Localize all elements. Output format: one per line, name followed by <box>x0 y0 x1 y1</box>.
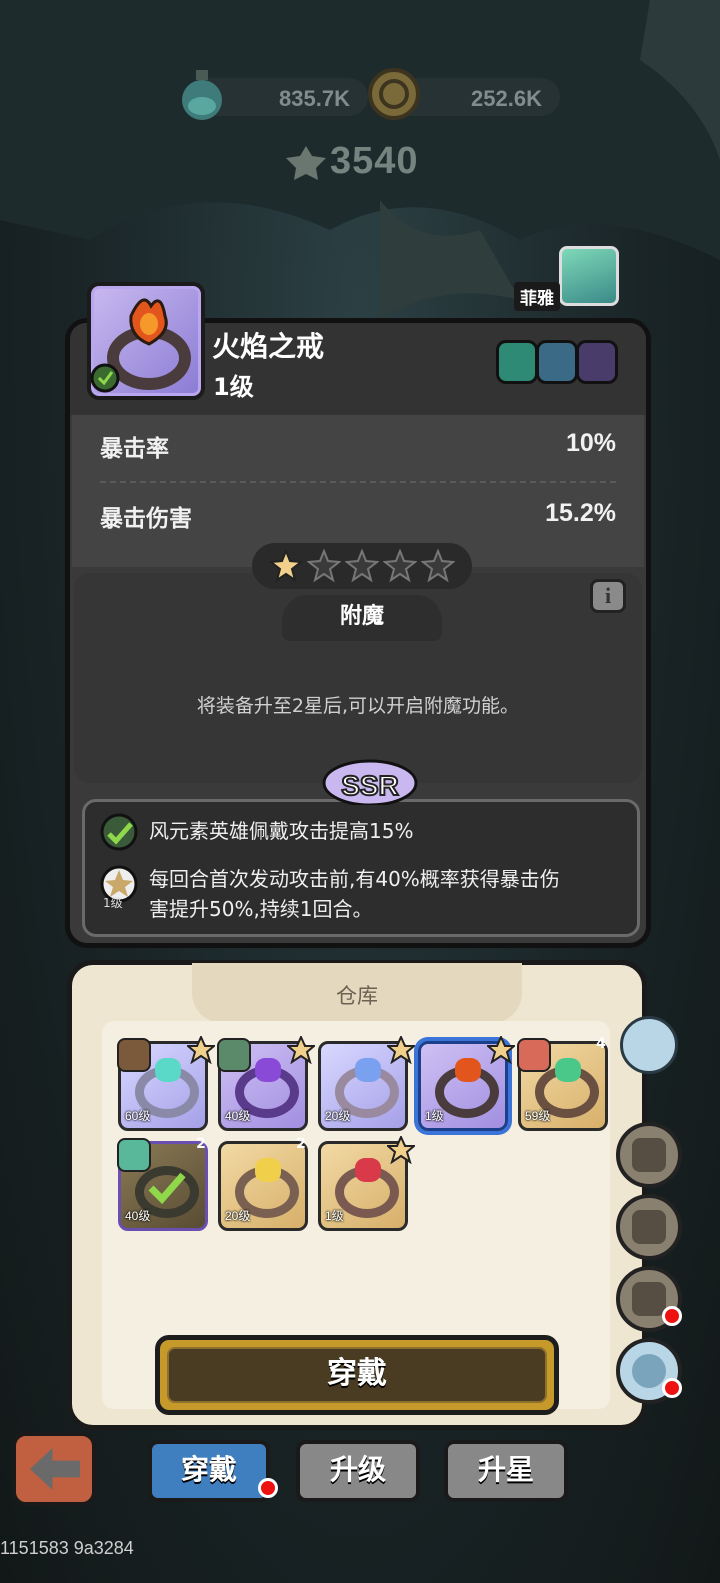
star-filled-icon <box>269 549 303 583</box>
star-badge-icon <box>387 1136 415 1164</box>
coin-icon <box>368 68 420 120</box>
ring-slot-button[interactable] <box>616 1338 682 1404</box>
item-level: 1级 <box>425 1109 444 1123</box>
power-value: 3540 <box>330 140 419 182</box>
stat-label: 暴击伤害 <box>100 506 192 532</box>
equipment-icon <box>87 282 205 400</box>
item-level: 20级 <box>325 1109 351 1123</box>
fire-ring-icon <box>90 298 191 393</box>
combat-power: 3540 <box>286 140 436 186</box>
stat-row: 暴击伤害 15.2% <box>100 493 616 533</box>
hero-avatar[interactable] <box>559 246 619 306</box>
power-icon <box>286 146 326 180</box>
skill-panel: 风元素英雄佩戴攻击提高15% 1级 每回合首次发动攻击前,有40%概率获得暴击伤… <box>82 799 640 937</box>
stat-label: 暴击率 <box>100 436 169 462</box>
coin-amount: 252.6K <box>471 86 542 111</box>
warehouse-item[interactable]: 40级 <box>217 1036 315 1131</box>
warehouse-item[interactable]: 4 59级 <box>517 1036 608 1131</box>
attack-class-icon[interactable] <box>576 340 618 384</box>
sword-icon <box>632 1138 666 1172</box>
star-count: 2 <box>196 1136 206 1152</box>
warehouse-item-selected[interactable]: 1级 <box>418 1036 515 1131</box>
armor-icon <box>632 1210 666 1244</box>
bottom-tabs: 穿戴 升级 升星 <box>0 1430 720 1530</box>
divider <box>100 481 616 483</box>
anvil-icon[interactable] <box>620 1016 678 1074</box>
equipment-detail-card: 暴击率 10% 暴击伤害 15.2% i 附魔 将装备升至2星后,可以开启附魔功… <box>65 318 651 948</box>
item-level: 20级 <box>225 1209 251 1223</box>
hero-avatar-small <box>517 1038 551 1072</box>
star-empty-icon <box>307 549 341 583</box>
wind-element-icon <box>100 813 138 851</box>
defense-class-icon[interactable] <box>496 340 538 384</box>
tab-wear[interactable]: 穿戴 <box>148 1440 270 1502</box>
weapon-slot-button[interactable] <box>616 1122 682 1188</box>
info-icon[interactable]: i <box>590 579 626 613</box>
potion-icon <box>182 70 222 120</box>
helmet-slot-button[interactable] <box>616 1266 682 1332</box>
ssr-text: SSR <box>341 770 399 801</box>
ssr-rarity-badge: SSR <box>322 759 418 805</box>
enchant-message: 将装备升至2星后,可以开启附魔功能。 <box>196 695 520 717</box>
star-badge-icon <box>287 1036 315 1064</box>
skill-text: 每回合首次发动攻击前,有40%概率获得暴击伤 <box>149 867 560 891</box>
star-badge-icon <box>187 1036 215 1064</box>
star-count: 2 <box>296 1136 306 1152</box>
stat-value: 10% <box>565 429 616 457</box>
warehouse-item-equipped[interactable]: 2 40级 <box>117 1136 208 1231</box>
star-rating <box>252 543 472 589</box>
star-count: 4 <box>596 1036 606 1052</box>
star-empty-icon <box>383 549 417 583</box>
stat-value: 15.2% <box>545 499 616 527</box>
warehouse-item[interactable]: 2 20级 <box>218 1136 308 1231</box>
equipment-level: 1级 <box>213 373 254 401</box>
hero-avatar-small <box>217 1038 251 1072</box>
potion-currency[interactable]: 835.7K <box>182 70 368 120</box>
item-level: 1级 <box>325 1209 344 1223</box>
potion-amount: 835.7K <box>279 86 350 111</box>
notification-dot <box>662 1378 682 1398</box>
skill-text: 风元素英雄佩戴攻击提高15% <box>149 819 414 843</box>
item-level: 60级 <box>125 1109 151 1123</box>
armor-slot-button[interactable] <box>616 1194 682 1260</box>
stat-row: 暴击率 10% <box>100 423 616 463</box>
element-icons <box>496 340 618 384</box>
support-class-icon[interactable] <box>536 340 578 384</box>
ring-icon <box>632 1354 666 1388</box>
enchant-title: 附魔 <box>282 595 442 641</box>
item-level: 40级 <box>225 1109 251 1123</box>
check-icon <box>148 1172 186 1204</box>
warehouse-title: 仓库 <box>192 963 522 1023</box>
enchant-panel: i 附魔 将装备升至2星后,可以开启附魔功能。 <box>74 573 642 783</box>
hero-name: 菲雅 <box>514 282 560 311</box>
wear-button-label: 穿戴 <box>167 1347 547 1403</box>
warehouse-item[interactable]: 60级 <box>117 1036 215 1131</box>
skill-level: 1级 <box>103 896 123 910</box>
skill-text: 害提升50%,持续1回合。 <box>149 897 373 921</box>
star-empty-icon <box>421 549 455 583</box>
item-level: 40级 <box>125 1209 151 1223</box>
notification-dot <box>662 1306 682 1326</box>
tab-upgrade[interactable]: 升级 <box>296 1440 420 1502</box>
hero-avatar-small <box>117 1138 151 1172</box>
notification-dot <box>258 1478 278 1498</box>
item-level: 59级 <box>525 1109 551 1123</box>
star-badge-icon <box>487 1036 515 1064</box>
equipment-name: 火焰之戒 <box>212 330 325 363</box>
warehouse-item[interactable]: 1级 <box>318 1136 415 1231</box>
wear-button[interactable]: 穿戴 <box>155 1335 559 1415</box>
star-badge-icon <box>387 1036 415 1064</box>
helmet-icon <box>632 1282 666 1316</box>
warehouse-item[interactable]: 20级 <box>318 1036 415 1131</box>
star-empty-icon <box>345 549 379 583</box>
tab-star-up[interactable]: 升星 <box>444 1440 568 1502</box>
watermark-text: 1151583 9a3284 <box>0 1538 134 1558</box>
coin-currency[interactable]: 252.6K <box>368 68 560 120</box>
hero-avatar-small <box>117 1038 151 1072</box>
